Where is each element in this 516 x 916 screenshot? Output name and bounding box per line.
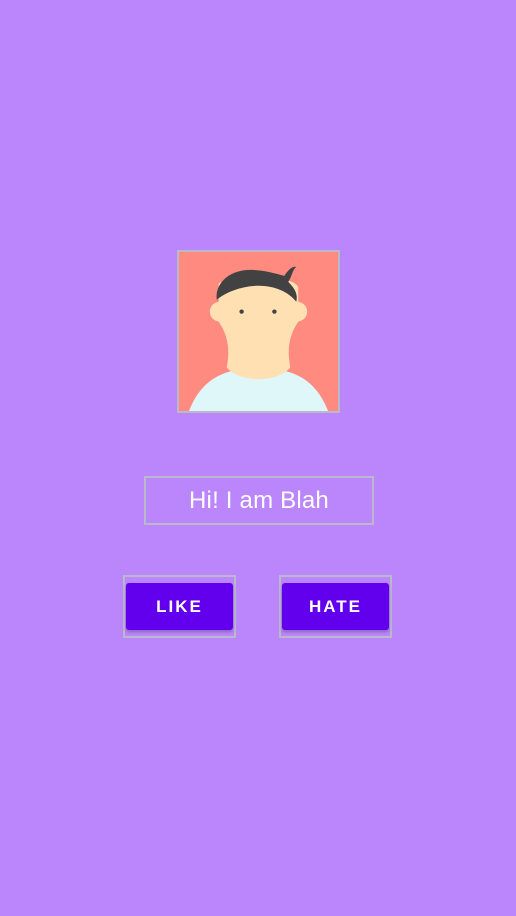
person-avatar-icon	[179, 252, 338, 411]
avatar-image	[177, 250, 340, 413]
like-button-container: LIKE	[123, 575, 236, 638]
greeting-text: Hi! I am Blah	[189, 486, 329, 514]
greeting-textview: Hi! I am Blah	[144, 476, 374, 525]
hate-button-container: HATE	[279, 575, 392, 638]
hate-button[interactable]: HATE	[282, 583, 389, 630]
like-button[interactable]: LIKE	[126, 583, 233, 630]
